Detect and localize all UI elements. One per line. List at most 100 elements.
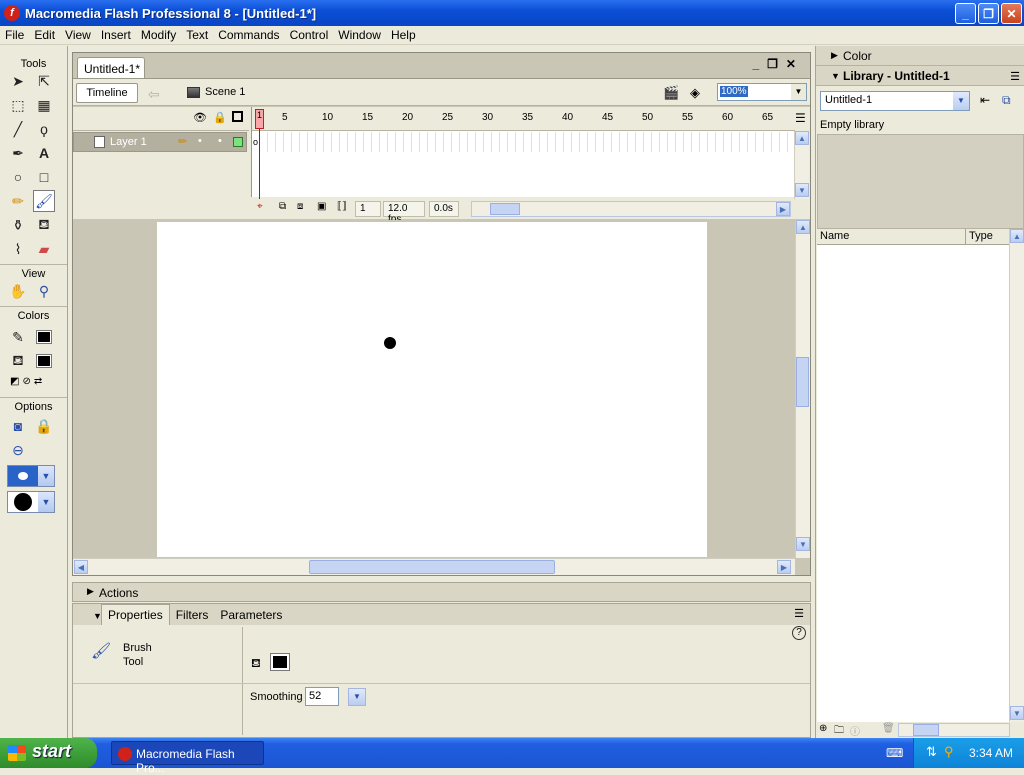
- eyedropper-tool-icon[interactable]: ⌇: [7, 238, 29, 260]
- menu-window[interactable]: Window: [333, 28, 386, 42]
- menu-view[interactable]: View: [60, 28, 96, 42]
- object-drawing-icon[interactable]: ◙: [7, 415, 29, 437]
- pencil-tool-icon[interactable]: ✏: [7, 190, 29, 212]
- menu-help[interactable]: Help: [386, 28, 421, 42]
- brush-size-select[interactable]: ▼: [7, 465, 55, 487]
- menu-commands[interactable]: Commands: [213, 28, 284, 42]
- timeline-vertical-scrollbar[interactable]: ▲ ▼: [794, 131, 809, 199]
- search-icon[interactable]: ⚲: [944, 744, 954, 760]
- tab-parameters[interactable]: Parameters: [214, 605, 288, 625]
- frame-ruler[interactable]: 5 10 15 20 25 30 35 40 45 50 55 60 65: [252, 107, 795, 131]
- no-color-icon[interactable]: ⊘: [22, 376, 30, 387]
- black-white-icon[interactable]: ◩: [10, 376, 19, 387]
- line-tool-icon[interactable]: ╱: [7, 118, 29, 140]
- panel-menu-icon[interactable]: ☰: [1010, 70, 1020, 83]
- start-button[interactable]: start: [0, 738, 97, 768]
- edit-scene-icon[interactable]: 🎬: [663, 85, 679, 101]
- panel-menu-icon[interactable]: ☰: [794, 607, 804, 620]
- column-name[interactable]: Name: [817, 229, 966, 244]
- close-button[interactable]: ✕: [1001, 3, 1022, 24]
- outline-icon[interactable]: [232, 111, 243, 122]
- smoothing-input[interactable]: 52: [305, 687, 339, 706]
- library-horizontal-scrollbar[interactable]: [898, 723, 1010, 737]
- modify-onion-markers-icon[interactable]: ⟦⟧: [337, 201, 347, 212]
- timeline-horizontal-scrollbar[interactable]: ▶: [471, 201, 791, 217]
- frames-area[interactable]: 5 10 15 20 25 30 35 40 45 50 55 60 65 o: [251, 107, 795, 197]
- brush-tool-icon[interactable]: 🖌: [33, 190, 55, 212]
- visibility-dot-icon[interactable]: •: [198, 135, 202, 147]
- keyboard-icon[interactable]: ⌨: [886, 746, 903, 760]
- scroll-down-icon[interactable]: ▼: [795, 183, 809, 197]
- paint-bucket-tool-icon[interactable]: ⛾: [33, 214, 55, 236]
- scroll-thumb[interactable]: [913, 724, 939, 736]
- center-frame-icon[interactable]: ⌖: [257, 201, 263, 212]
- frame-cells[interactable]: [252, 132, 795, 152]
- help-icon[interactable]: ?: [792, 626, 806, 640]
- eraser-tool-icon[interactable]: ▰: [33, 238, 55, 260]
- collapse-arrow-icon[interactable]: ▼: [87, 608, 108, 624]
- menu-control[interactable]: Control: [285, 28, 334, 42]
- hand-tool-icon[interactable]: ✋: [7, 280, 29, 302]
- color-panel-header[interactable]: ▶ Color: [816, 46, 1024, 66]
- scene-breadcrumb[interactable]: Scene 1: [187, 86, 245, 98]
- smoothing-dropdown-icon[interactable]: ▼: [348, 688, 366, 706]
- edit-multiple-frames-icon[interactable]: ▣: [317, 201, 326, 212]
- column-type[interactable]: Type: [966, 229, 1009, 244]
- timeline-menu-icon[interactable]: ☰: [795, 111, 806, 125]
- menu-modify[interactable]: Modify: [136, 28, 181, 42]
- text-tool-icon[interactable]: A: [33, 142, 55, 164]
- menu-insert[interactable]: Insert: [96, 28, 136, 42]
- stage-vertical-scrollbar[interactable]: ▲ ▼: [795, 220, 810, 558]
- rectangle-tool-icon[interactable]: □: [33, 166, 55, 188]
- stage-work-area[interactable]: [73, 220, 795, 557]
- stage-canvas[interactable]: [157, 222, 707, 557]
- brush-stroke-dot[interactable]: [384, 337, 396, 349]
- scroll-up-icon[interactable]: ▲: [795, 131, 809, 145]
- ink-bottle-tool-icon[interactable]: ⚱: [7, 214, 29, 236]
- scroll-thumb[interactable]: [309, 560, 555, 574]
- onion-skin-icon[interactable]: ⧉: [279, 201, 286, 212]
- library-list[interactable]: Name Type: [817, 229, 1009, 722]
- menu-text[interactable]: Text: [181, 28, 213, 42]
- fill-color-swatch[interactable]: [33, 350, 55, 372]
- new-symbol-icon[interactable]: ⊕: [819, 723, 827, 734]
- document-tab[interactable]: Untitled-1*: [77, 57, 145, 79]
- menu-edit[interactable]: Edit: [29, 28, 60, 42]
- zoom-select[interactable]: 100% ▼: [717, 83, 807, 101]
- gradient-transform-tool-icon[interactable]: ▦: [33, 94, 55, 116]
- scroll-thumb[interactable]: [796, 357, 809, 407]
- taskbar-item-flash[interactable]: Macromedia Flash Pro...: [111, 741, 264, 775]
- restore-button[interactable]: ❐: [978, 3, 999, 24]
- back-arrow-icon[interactable]: ⇦: [148, 86, 160, 103]
- subselection-tool-icon[interactable]: ⇱: [33, 70, 55, 92]
- lasso-tool-icon[interactable]: ϙ: [33, 118, 55, 140]
- oval-tool-icon[interactable]: ○: [7, 166, 29, 188]
- scroll-right-icon[interactable]: ▶: [776, 202, 790, 216]
- fill-color-swatch[interactable]: [270, 653, 290, 671]
- new-library-panel-icon[interactable]: ⧉: [1002, 93, 1011, 108]
- menu-file[interactable]: File: [0, 28, 29, 42]
- network-icon[interactable]: ⇅: [926, 744, 937, 760]
- playhead[interactable]: 1: [255, 109, 264, 199]
- delete-icon[interactable]: 🗑: [882, 723, 895, 734]
- onion-outlines-icon[interactable]: ⧈: [297, 201, 303, 212]
- scroll-up-icon[interactable]: ▲: [796, 220, 810, 234]
- layer-row[interactable]: Layer 1 ✏ • •: [73, 132, 247, 152]
- lock-fill-icon[interactable]: 🔒: [33, 415, 55, 437]
- scroll-left-icon[interactable]: ◀: [74, 560, 88, 574]
- pen-tool-icon[interactable]: ✒: [7, 142, 29, 164]
- scroll-down-icon[interactable]: ▼: [796, 537, 810, 551]
- minimize-button[interactable]: _: [955, 3, 976, 24]
- properties-icon[interactable]: ⓘ: [850, 723, 860, 738]
- brush-mode-icon[interactable]: ⊖: [7, 439, 29, 461]
- scroll-right-icon[interactable]: ▶: [777, 560, 791, 574]
- scroll-down-icon[interactable]: ▼: [1010, 706, 1024, 720]
- swap-colors-icon[interactable]: ⇄: [34, 376, 42, 387]
- library-vertical-scrollbar[interactable]: ▲ ▼: [1009, 229, 1024, 722]
- library-document-select[interactable]: Untitled-1 ▼: [820, 91, 970, 111]
- lock-dot-icon[interactable]: •: [218, 135, 222, 147]
- library-panel-header[interactable]: ▼ Library - Untitled-1 ☰: [816, 66, 1024, 86]
- brush-shape-select[interactable]: ▼: [7, 491, 55, 513]
- stage-horizontal-scrollbar[interactable]: ◀ ▶: [73, 558, 795, 575]
- eye-icon[interactable]: 👁: [193, 111, 207, 124]
